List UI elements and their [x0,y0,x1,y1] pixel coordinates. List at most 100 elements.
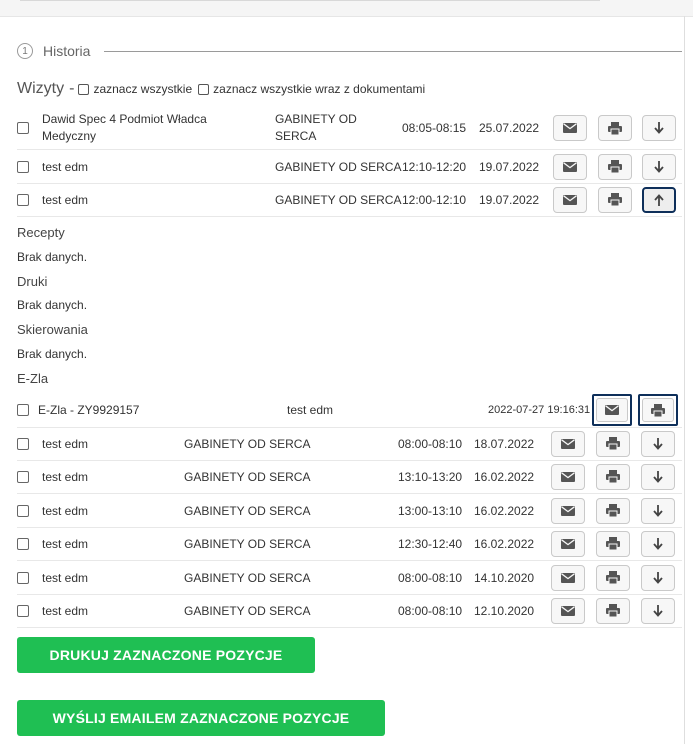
visit-name: test edm [42,436,89,451]
visit-row: test edm GABINETY OD SERCA 12:00-12:10 19.0… [17,183,682,217]
visit-name: test edm [42,469,89,484]
printer-icon [608,121,622,135]
expand-button[interactable] [641,463,675,490]
select-all-checkbox[interactable] [78,83,90,95]
row-checkbox[interactable] [17,437,29,450]
select-all-docs-label: zaznacz wszystkie wraz z dokumentami [213,82,426,96]
envelope-icon [605,405,619,415]
printer-icon [651,403,665,417]
print-button[interactable] [638,394,678,426]
ezla-datetime: 2022-07-27 19:16:31 [488,404,591,416]
envelope-icon [561,572,575,583]
print-button[interactable] [598,115,632,141]
row-checkbox[interactable] [17,470,29,483]
visit-date: 12.10.2020 [474,603,535,618]
visit-date: 16.02.2022 [474,503,535,518]
row-checkbox[interactable] [17,537,29,550]
row-checkbox[interactable] [17,404,29,416]
arrow-down-icon [653,437,663,450]
expand-button[interactable] [641,497,675,524]
email-button[interactable] [551,597,585,624]
email-button[interactable] [551,463,585,490]
expand-button[interactable] [642,153,676,180]
row-checkbox[interactable] [17,504,29,517]
email-button[interactable] [551,430,585,457]
skierowania-heading: Skierowania [17,322,88,337]
envelope-icon [561,605,575,616]
envelope-icon [561,438,575,449]
expand-button[interactable] [641,564,675,591]
druki-heading: Druki [17,274,48,289]
arrow-down-icon [653,504,663,517]
visit-clinic: GABINETY OD SERCA [184,570,311,585]
visit-name: test edm [42,570,89,585]
email-button[interactable] [592,394,632,426]
arrow-down-icon [653,537,663,550]
print-button[interactable] [596,463,630,490]
expand-button[interactable] [641,597,675,624]
printer-icon [606,437,620,450]
print-button[interactable] [598,153,632,180]
row-checkbox[interactable] [17,604,29,617]
visit-time: 12:30-12:40 [398,536,463,551]
email-button[interactable] [553,186,587,213]
email-button[interactable] [551,564,585,591]
envelope-icon [561,538,575,549]
email-button[interactable] [551,497,585,524]
ezla-name: E-Zla - ZY9929157 [38,403,140,417]
visit-clinic: GABINETY OD SERCA [184,536,311,551]
visit-clinic: GABINETY OD SERCA [275,159,402,174]
print-button[interactable] [598,186,632,213]
row-checkbox[interactable] [17,122,29,134]
select-all-docs-checkbox[interactable] [198,83,210,95]
print-button[interactable] [596,597,630,624]
visit-clinic: GABINETY OD SERCA [275,192,402,207]
expand-button[interactable] [642,115,676,141]
expand-button[interactable] [641,430,675,457]
visits-dash: - [69,80,75,97]
email-button[interactable] [553,153,587,180]
row-checkbox[interactable] [17,193,29,206]
row-checkbox[interactable] [17,571,29,584]
visit-time: 13:00-13:10 [398,503,463,518]
visit-row: test edm GABINETY OD SERCA 08:00-08:10 18.0… [17,427,682,461]
email-selected-button[interactable]: WYŚLIJ EMAILEM ZAZNACZONE POZYCJE [17,700,385,736]
envelope-icon [561,505,575,516]
visit-date: 19.07.2022 [479,192,540,207]
arrow-up-icon [654,193,664,206]
arrow-down-icon [654,122,664,134]
visit-date: 16.02.2022 [474,536,535,551]
printer-icon [606,537,620,550]
print-button[interactable] [596,564,630,591]
top-strip-line [20,0,600,1]
visit-row: Dawid Spec 4 Podmiot Władca Medyczny GABI… [17,107,682,150]
section-number: 1 [17,43,33,59]
email-button[interactable] [553,115,587,141]
ezla-heading: E-Zla [17,371,49,386]
visit-time: 08:05-08:15 [402,121,467,135]
print-button[interactable] [596,430,630,457]
skierowania-empty: Brak danych. [17,347,88,361]
print-button[interactable] [596,530,630,557]
top-strip [0,0,693,17]
druki-empty: Brak danych. [17,298,88,312]
visit-name: test edm [42,536,89,551]
print-selected-button[interactable]: DRUKUJ ZAZNACZONE POZYCJE [17,637,315,673]
visit-date: 14.10.2020 [474,570,535,585]
print-button[interactable] [596,497,630,524]
expand-button[interactable] [641,530,675,557]
visits-header: Wizyty - zaznacz wszystkie zaznacz wszys… [17,80,431,98]
email-button[interactable] [551,530,585,557]
printer-icon [606,604,620,617]
collapse-button[interactable] [642,186,676,213]
visit-time: 08:00-08:10 [398,603,463,618]
visit-date: 18.07.2022 [474,436,535,451]
print-button-face [642,398,674,422]
visit-clinic: GABINETY OD SERCA [184,436,311,451]
ezla-row: E-Zla - ZY9929157 test edm 2022-07-27 19… [17,393,682,428]
visit-clinic: GABINETY OD SERCA [184,603,311,618]
row-checkbox[interactable] [17,160,29,173]
printer-icon [606,470,620,483]
visit-time: 08:00-08:10 [398,436,463,451]
visit-name: test edm [42,159,89,174]
